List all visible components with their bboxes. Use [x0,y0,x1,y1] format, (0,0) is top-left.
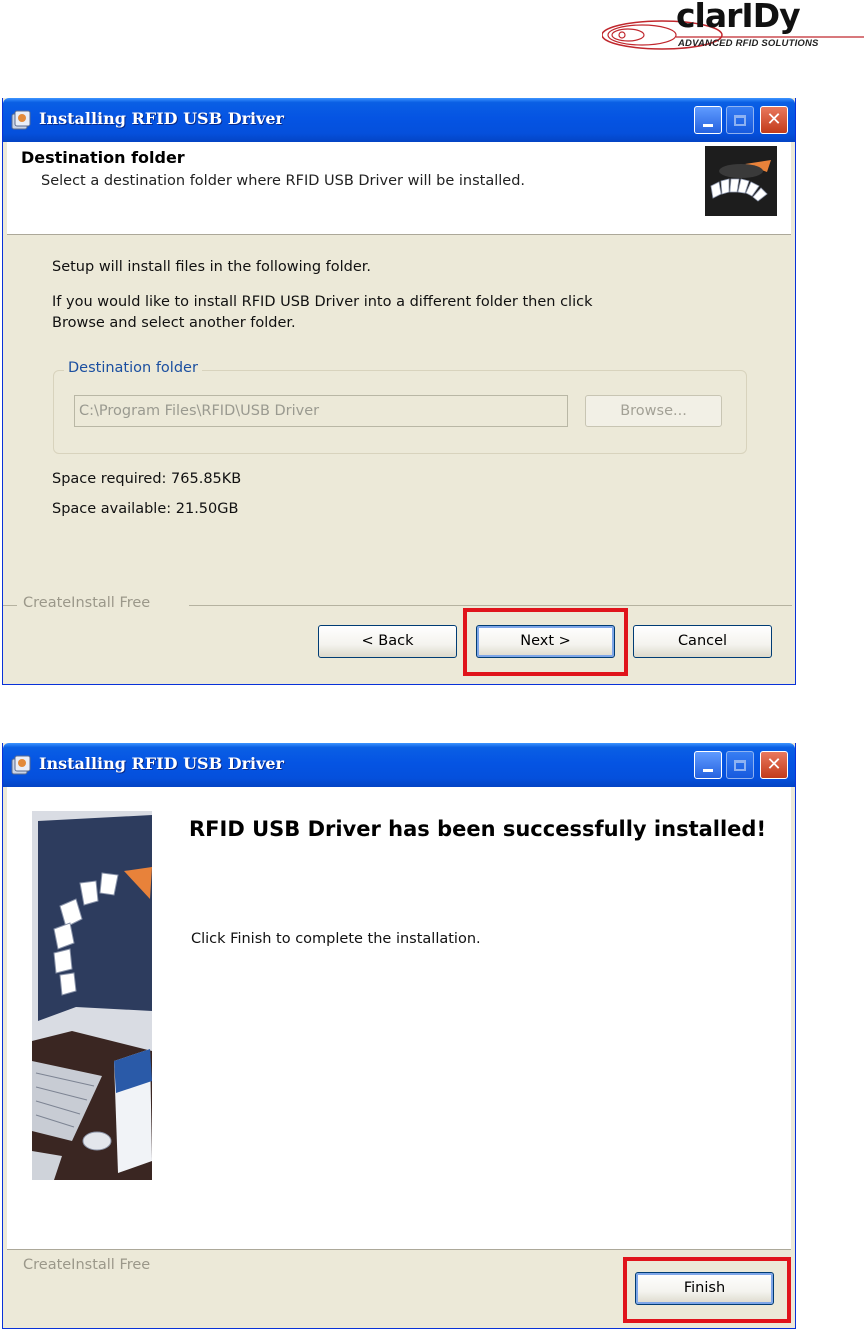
footer-divider-left [3,605,17,606]
destination-groupbox: Destination folder C:\Program Files\RFID… [53,360,747,454]
installer-icon [9,753,33,777]
footer-brand: CreateInstall Free [23,595,151,611]
window-title: Installing RFID USB Driver [39,754,284,773]
close-button[interactable]: ✕ [760,751,788,779]
maximize-button[interactable] [726,751,754,779]
minimize-icon [703,768,713,772]
groupbox-label: Destination folder [64,360,202,376]
page-title: Destination folder [21,148,185,167]
browse-button[interactable]: Browse... [585,395,722,427]
maximize-button[interactable] [726,106,754,134]
side-illustration [32,811,152,1180]
cancel-button[interactable]: Cancel [633,625,772,658]
footer-divider-right [189,605,792,606]
intro-text: Setup will install files in the followin… [52,259,372,275]
title-bar[interactable]: Installing RFID USB Driver ✕ [3,98,795,142]
maximize-icon [734,759,746,771]
installer-icon [9,108,33,132]
clarIDy-logo: clarIDy ADVANCED RFID SOLUTIONS [602,0,864,56]
instruction-text-1: If you would like to install RFID USB Dr… [52,294,593,310]
footer-brand: CreateInstall Free [23,1257,151,1273]
success-heading: RFID USB Driver has been successfully in… [189,817,767,841]
page-subtitle: Select a destination folder where RFID U… [41,173,526,189]
next-highlight-box [463,608,628,676]
minimize-icon [703,123,713,127]
space-available: Space available: 21.50GB [52,501,239,517]
logo-tagline: ADVANCED RFID SOLUTIONS [678,38,819,49]
window-title: Installing RFID USB Driver [39,109,284,128]
close-button[interactable]: ✕ [760,106,788,134]
title-bar[interactable]: Installing RFID USB Driver ✕ [3,743,795,787]
minimize-button[interactable] [694,751,722,779]
close-icon: ✕ [766,109,782,130]
success-message: Click Finish to complete the installatio… [191,931,481,947]
header-graphic [705,146,777,216]
header-band: Destination folder Select a destination … [7,142,791,235]
destination-folder-dialog: Installing RFID USB Driver ✕ Destination… [2,98,796,685]
space-required: Space required: 765.85KB [52,471,242,487]
install-complete-dialog: Installing RFID USB Driver ✕ RFID USB Dr… [2,743,796,1329]
close-icon: ✕ [766,754,782,775]
logo-wordmark: clarIDy [676,0,801,35]
maximize-icon [734,114,746,126]
instruction-text-2: Browse and select another folder. [52,315,296,331]
destination-path-field[interactable]: C:\Program Files\RFID\USB Driver [74,395,568,427]
minimize-button[interactable] [694,106,722,134]
back-button[interactable]: < Back [318,625,457,658]
finish-highlight-box [623,1257,791,1323]
